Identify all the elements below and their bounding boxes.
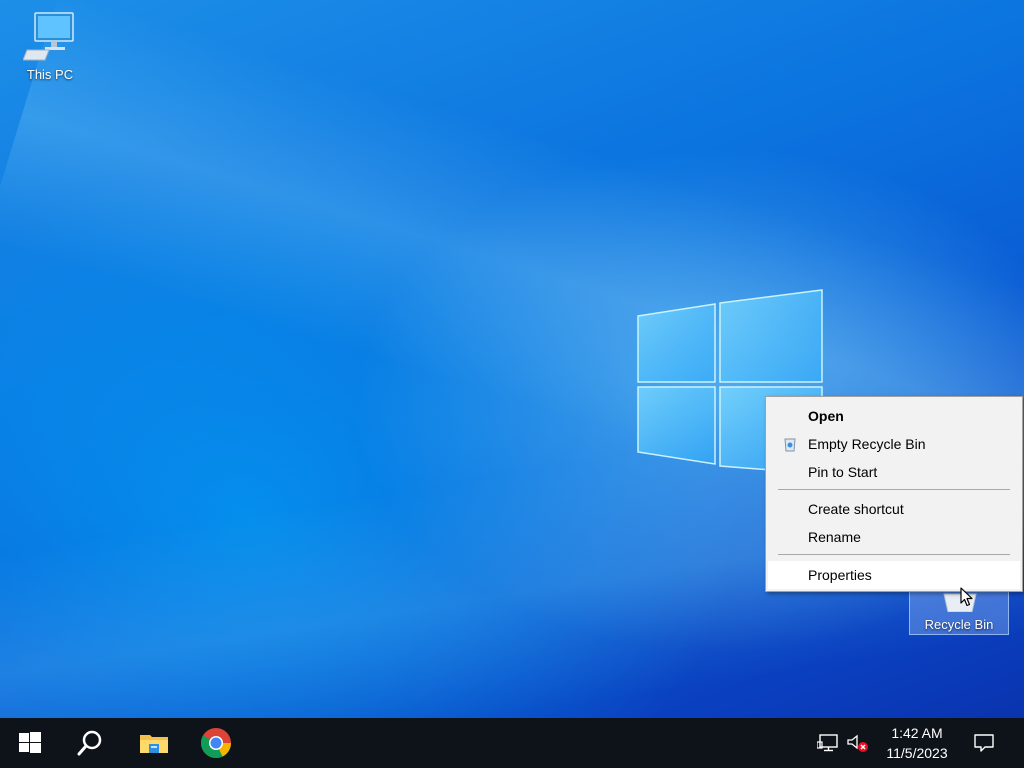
menu-item-label: Create shortcut	[808, 501, 904, 517]
network-tray-button[interactable]	[816, 732, 840, 754]
chrome-button[interactable]	[186, 718, 246, 768]
volume-muted-icon	[847, 734, 868, 752]
search-icon	[77, 730, 102, 756]
menu-item-rename[interactable]: Rename	[768, 524, 1020, 550]
start-button[interactable]	[0, 718, 60, 768]
menu-item-open[interactable]: Open	[768, 403, 1020, 429]
computer-icon	[22, 12, 74, 61]
search-button[interactable]	[60, 718, 120, 768]
chrome-icon	[200, 728, 231, 759]
menu-item-pin-to-start[interactable]: Pin to Start	[768, 459, 1020, 485]
action-center-button[interactable]	[964, 718, 1004, 768]
menu-item-label: Open	[808, 408, 844, 424]
clock[interactable]: 1:42 AM 11/5/2023	[872, 723, 962, 763]
mouse-cursor-icon	[960, 587, 973, 607]
menu-item-label: Rename	[808, 529, 861, 545]
clock-time: 1:42 AM	[891, 725, 943, 741]
recycle-bin-label: Recycle Bin	[924, 617, 994, 632]
recycle-bin-small-icon	[784, 438, 796, 452]
menu-item-create-shortcut[interactable]: Create shortcut	[768, 496, 1020, 522]
menu-separator	[778, 554, 1010, 555]
recycle-bin-desktop-icon[interactable]: Recycle Bin	[909, 585, 1009, 635]
clock-date: 11/5/2023	[886, 745, 948, 761]
desktop[interactable]: This PC Recycle Bin Open Empty Recycle B…	[0, 0, 1024, 768]
network-icon	[817, 734, 838, 752]
context-menu: Open Empty Recycle Bin Pin to Start Crea…	[765, 396, 1023, 592]
this-pc-label: This PC	[26, 67, 74, 82]
menu-item-empty-recycle-bin[interactable]: Empty Recycle Bin	[768, 431, 1020, 457]
menu-item-properties[interactable]: Properties	[768, 561, 1020, 589]
windows-start-icon	[19, 732, 41, 753]
this-pc-desktop-icon[interactable]: This PC	[10, 10, 90, 82]
notification-icon	[974, 734, 994, 752]
file-explorer-button[interactable]	[124, 718, 184, 768]
file-explorer-icon	[140, 735, 168, 753]
volume-tray-button[interactable]	[846, 732, 870, 754]
menu-item-label: Pin to Start	[808, 464, 878, 480]
menu-separator	[778, 489, 1010, 490]
menu-item-label: Empty Recycle Bin	[808, 436, 926, 452]
taskbar: 1:42 AM 11/5/2023	[0, 718, 1024, 768]
menu-item-label: Properties	[808, 567, 872, 583]
